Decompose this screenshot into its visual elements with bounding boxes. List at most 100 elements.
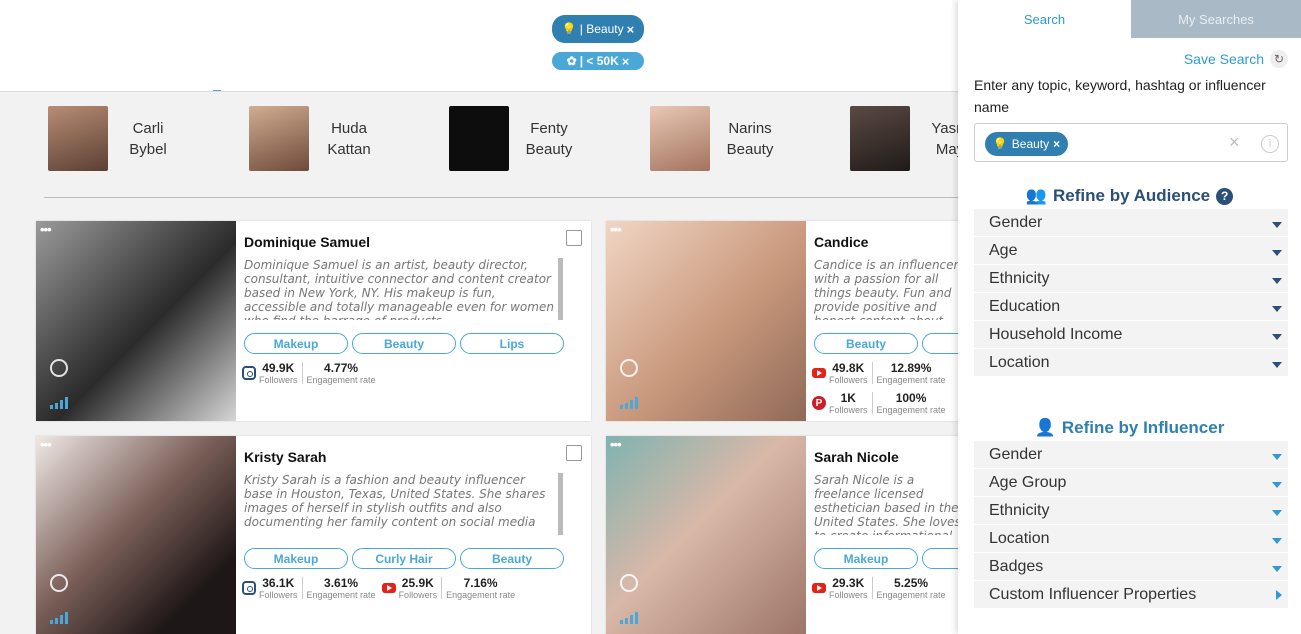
- filter-row[interactable]: Household Income: [974, 321, 1288, 349]
- more-options-icon[interactable]: •••: [40, 437, 52, 452]
- engagement-rate: 3.61%: [324, 576, 359, 590]
- engagement-label: Engagement rate: [876, 405, 946, 415]
- save-search-button[interactable]: Save Search ↻: [1184, 50, 1288, 68]
- engagement-rate: 100%: [895, 391, 927, 405]
- followers-count: 1K: [840, 391, 856, 405]
- topic-tag[interactable]: Beauty: [352, 333, 456, 354]
- similar-name-first: Fenty: [530, 119, 568, 137]
- filter-bar: 💡 | Beauty × ✿ | < 50K ×: [0, 0, 958, 92]
- similar-item[interactable]: Narins Beauty: [650, 106, 786, 171]
- remove-followers-icon[interactable]: ×: [622, 54, 630, 69]
- more-options-icon[interactable]: •••: [610, 222, 622, 237]
- users-icon: 👥: [1025, 186, 1048, 205]
- filter-row[interactable]: Location: [974, 525, 1288, 553]
- topic-tag[interactable]: Beauty: [814, 333, 918, 354]
- similar-item[interactable]: Fenty Beauty: [449, 106, 585, 171]
- engagement-label: Engagement rate: [306, 590, 376, 600]
- user-icon: 👤: [1034, 418, 1056, 437]
- influencer-photo: [606, 436, 806, 634]
- clear-icon[interactable]: ×: [1229, 132, 1240, 153]
- refresh-icon[interactable]: ↻: [1270, 50, 1288, 68]
- followers-filter-pill[interactable]: ✿ | < 50K ×: [552, 52, 644, 70]
- chevron-down-icon: [1272, 277, 1282, 284]
- influencer-card[interactable]: ••• Kristy Sarah Kristy Sarah is a fashi…: [36, 436, 591, 634]
- filter-row[interactable]: Location: [974, 349, 1288, 377]
- topic-tag[interactable]: Curly Hair: [352, 548, 456, 569]
- topic-tag[interactable]: Makeup: [814, 548, 918, 569]
- globe-icon: [50, 359, 68, 377]
- info-icon[interactable]: i: [1261, 135, 1279, 153]
- followers-label: Followers: [829, 405, 868, 415]
- followers-icon: ✿: [566, 54, 577, 68]
- lightbulb-icon: 💡: [561, 22, 577, 36]
- filter-row[interactable]: Age Group: [974, 469, 1288, 497]
- engagement-label: Engagement rate: [306, 375, 376, 385]
- filter-row[interactable]: Gender: [974, 441, 1288, 469]
- search-input[interactable]: 💡 Beauty × × i: [974, 123, 1288, 162]
- topic-tag[interactable]: Makeup: [244, 333, 348, 354]
- chip-label: Beauty: [1011, 137, 1050, 151]
- similar-name-last: Beauty: [525, 140, 573, 158]
- instagram-icon: [242, 581, 256, 595]
- youtube-icon: [812, 583, 826, 593]
- chevron-down-icon: [1272, 221, 1282, 228]
- bio-scrollbar[interactable]: [558, 473, 563, 535]
- platform-stat: 49.9K Followers 4.77% Engagement rate: [242, 361, 376, 385]
- influencer-name[interactable]: Sarah Nicole: [814, 449, 899, 465]
- more-options-icon[interactable]: •••: [40, 222, 52, 237]
- filter-row[interactable]: Custom Influencer Properties: [974, 581, 1288, 609]
- remove-topic-icon[interactable]: ×: [627, 22, 635, 37]
- topic-tag[interactable]: Makeup: [244, 548, 348, 569]
- influencer-section-title: 👤 Refine by Influencer: [958, 418, 1301, 438]
- filter-label: Location: [989, 353, 1050, 371]
- topic-tag[interactable]: Beauty: [460, 548, 564, 569]
- more-options-icon[interactable]: •••: [610, 437, 622, 452]
- select-checkbox[interactable]: [566, 445, 582, 461]
- filter-row[interactable]: Age: [974, 237, 1288, 265]
- pinterest-icon: P: [812, 396, 826, 410]
- avatar: [650, 106, 710, 171]
- filter-label: Education: [989, 297, 1061, 315]
- remove-chip-icon[interactable]: ×: [1053, 137, 1060, 151]
- influencer-bio: Dominique Samuel is an artist, beauty di…: [244, 258, 554, 320]
- influencer-name[interactable]: Candice: [814, 234, 868, 250]
- engagement-label: Engagement rate: [876, 590, 946, 600]
- similar-item[interactable]: Huda Kattan: [249, 106, 385, 171]
- help-icon[interactable]: ?: [1216, 187, 1234, 205]
- platform-stat: 36.1K Followers 3.61% Engagement rate: [242, 576, 376, 600]
- platform-stat: 49.8K Followers 12.89% Engagement rate: [812, 361, 946, 385]
- filter-row[interactable]: Education: [974, 293, 1288, 321]
- influencer-name[interactable]: Kristy Sarah: [244, 449, 326, 465]
- audience-title: Refine by Audience: [1053, 186, 1211, 205]
- search-chip[interactable]: 💡 Beauty ×: [985, 132, 1068, 156]
- filter-row[interactable]: Ethnicity: [974, 265, 1288, 293]
- select-checkbox[interactable]: [566, 230, 582, 246]
- followers-label: Followers: [829, 375, 868, 385]
- topic-filter-pill[interactable]: 💡 | Beauty ×: [552, 15, 644, 43]
- influencer-bio: Sarah Nicole is a freelance licensed est…: [814, 473, 961, 535]
- platform-stat: 25.9K Followers 7.16% Engagement rate: [381, 576, 515, 600]
- filter-label: Custom Influencer Properties: [989, 585, 1197, 603]
- chevron-down-icon: [1272, 537, 1282, 544]
- filter-label: Ethnicity: [989, 269, 1050, 287]
- filter-label: Gender: [989, 445, 1043, 463]
- filter-label: Badges: [989, 557, 1044, 575]
- followers-label: Followers: [259, 590, 298, 600]
- influencer-bio: Candice is an influencer with a passion …: [814, 258, 959, 320]
- tab-search[interactable]: Search: [958, 0, 1131, 38]
- tab-my-searches[interactable]: My Searches: [1131, 0, 1301, 38]
- filter-row[interactable]: Gender: [974, 209, 1288, 237]
- filter-row[interactable]: Ethnicity: [974, 497, 1288, 525]
- influencer-photo: [606, 221, 806, 421]
- followers-label: Followers: [398, 590, 438, 600]
- filter-row[interactable]: Badges: [974, 553, 1288, 581]
- similar-name-last: Bybel: [129, 140, 167, 158]
- influencer-photo: [36, 221, 236, 421]
- similar-name-last: Kattan: [327, 140, 371, 158]
- bio-scrollbar[interactable]: [558, 258, 563, 320]
- similar-influencers-strip: Carli Bybel Huda Kattan Fenty Beauty Narins…: [0, 92, 969, 198]
- similar-item[interactable]: Carli Bybel: [48, 106, 184, 171]
- influencer-card[interactable]: ••• Dominique Samuel Dominique Samuel is…: [36, 221, 591, 421]
- topic-tag[interactable]: Lips: [460, 333, 564, 354]
- influencer-name[interactable]: Dominique Samuel: [244, 234, 370, 250]
